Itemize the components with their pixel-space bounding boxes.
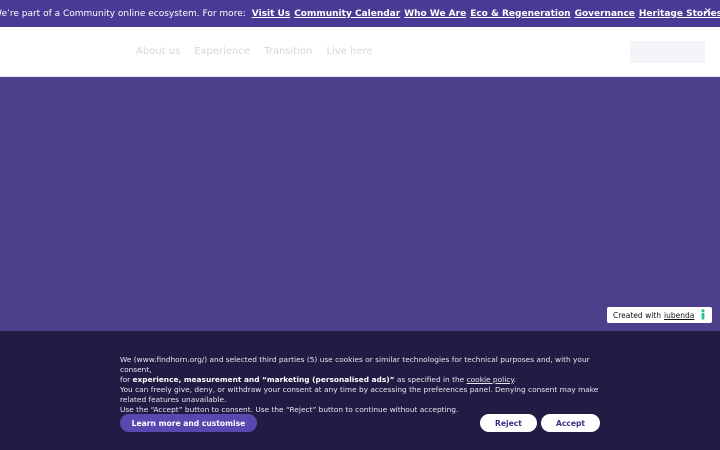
- cookie-line-3: You can freely give, deny, or withdraw y…: [120, 385, 599, 404]
- cookie-line-2: for experience, measurement and “marketi…: [120, 375, 516, 384]
- accept-button[interactable]: Accept: [541, 414, 600, 432]
- main-nav: About us Experience Transition Live here: [136, 46, 373, 57]
- link-visit-us[interactable]: Visit Us: [252, 9, 290, 19]
- cookie-line-1: We (www.findhorn.org/) and selected thir…: [120, 355, 590, 374]
- cookie-text: We (www.findhorn.org/) and selected thir…: [120, 355, 605, 415]
- link-governance[interactable]: Governance: [575, 9, 635, 19]
- nav-item-experience[interactable]: Experience: [194, 46, 250, 57]
- learn-more-button[interactable]: Learn more and customise: [120, 414, 257, 432]
- iubenda-icon: [701, 309, 705, 320]
- announcement-bar: We’re part of a Community online ecosyst…: [0, 0, 720, 27]
- iubenda-link[interactable]: iubenda: [664, 311, 694, 320]
- header-cta-button[interactable]: [630, 41, 705, 63]
- iubenda-prefix: Created with: [613, 310, 661, 320]
- reject-button[interactable]: Reject: [480, 414, 537, 432]
- link-eco-regeneration[interactable]: Eco & Regeneration: [470, 9, 570, 19]
- close-icon[interactable]: ×: [704, 6, 712, 17]
- announcement-text: We’re part of a Community online ecosyst…: [0, 8, 246, 19]
- link-who-we-are[interactable]: Who We Are: [404, 9, 466, 19]
- cookie-policy-link[interactable]: cookie policy: [467, 375, 514, 384]
- site-header: About us Experience Transition Live here: [0, 27, 720, 77]
- hero-section: [0, 78, 720, 331]
- nav-item-transition[interactable]: Transition: [264, 46, 312, 57]
- nav-item-live-here[interactable]: Live here: [326, 46, 372, 57]
- nav-item-about-us[interactable]: About us: [136, 46, 180, 57]
- link-community-calendar[interactable]: Community Calendar: [294, 9, 400, 19]
- iubenda-badge[interactable]: Created with iubenda: [607, 307, 712, 323]
- cookie-banner: We (www.findhorn.org/) and selected thir…: [0, 331, 720, 450]
